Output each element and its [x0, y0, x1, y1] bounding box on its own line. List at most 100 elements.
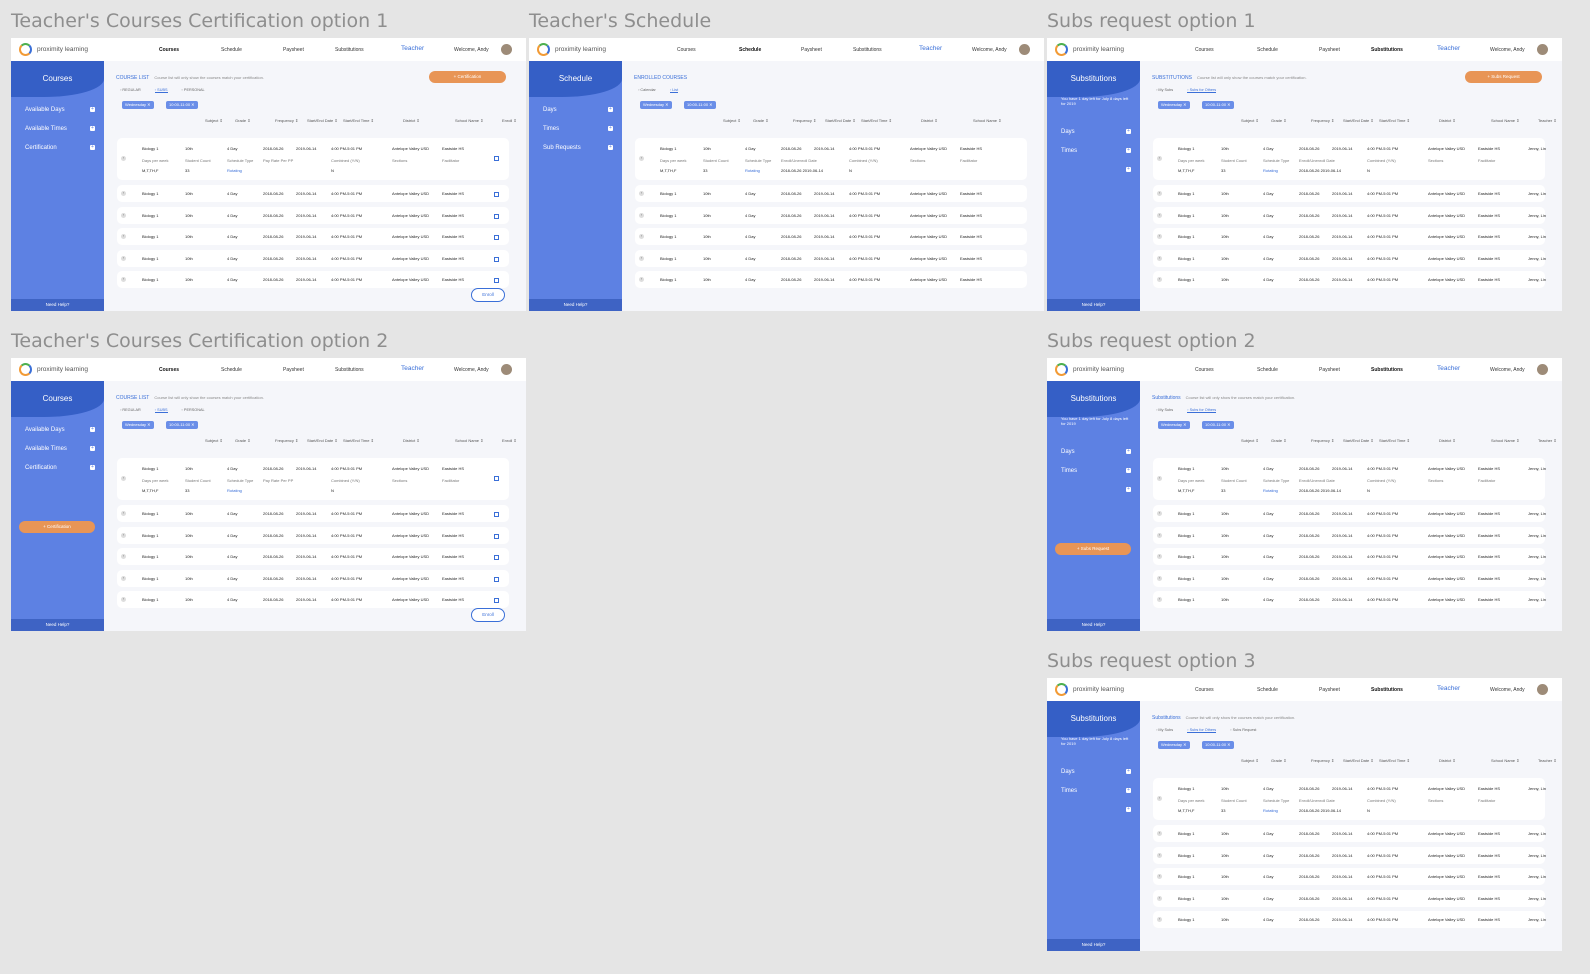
tab-subs-for-others[interactable]: ▫ Subs for Others: [1187, 728, 1217, 733]
sidebar-item[interactable]: Available Days +: [25, 427, 95, 433]
table-row[interactable]: › Biology 1 10th 4 Day 2018-08-26 2019-06-14 4…: [1153, 249, 1546, 267]
nav-item-schedule[interactable]: Schedule: [221, 47, 242, 53]
nav-item-substitutions[interactable]: Substitutions: [335, 47, 364, 53]
table-row-expanded[interactable]: ‹ Biology 1 10th 4 Day 2018-08-26 2019-06-14 4…: [1153, 458, 1546, 500]
role-label[interactable]: Teacher: [1437, 45, 1460, 52]
column-header[interactable]: School Name ⇕: [455, 118, 483, 123]
filter-chip[interactable]: Wednesday ✕: [1158, 741, 1190, 749]
plus-icon[interactable]: +: [1126, 148, 1131, 153]
filter-chip[interactable]: 10:00-11:00 ✕: [684, 101, 716, 109]
enroll-checkbox[interactable]: [494, 576, 499, 582]
table-row[interactable]: › Biology 1 10th 4 Day 2018-08-26 2019-06-14 4…: [635, 271, 1027, 288]
table-row-expanded[interactable]: ‹ Biology 1 10th 4 Day 2018-08-26 2019-06-14 4…: [1153, 138, 1546, 180]
role-label[interactable]: Teacher: [1437, 365, 1460, 372]
table-row[interactable]: › Biology 1 10th 4 Day 2018-08-26 2019-06-14 4…: [117, 249, 509, 267]
plus-icon[interactable]: +: [1126, 769, 1131, 774]
enroll-checkbox[interactable]: [494, 555, 499, 560]
nav-item-courses[interactable]: Courses: [677, 47, 696, 53]
expand-toggle-icon[interactable]: ›: [1157, 831, 1162, 836]
enroll-checkbox[interactable]: [494, 192, 499, 197]
avatar[interactable]: [1019, 44, 1030, 55]
tab-subs[interactable]: ▫ SUBS: [154, 88, 168, 93]
expand-toggle-icon[interactable]: ›: [121, 234, 126, 239]
table-row[interactable]: › Biology 1 10th 4 Day 2018-08-26 2019-06-14 4…: [635, 185, 1027, 202]
expand-toggle-icon[interactable]: ›: [121, 191, 126, 196]
need-help-link[interactable]: Need Help?: [1047, 619, 1140, 631]
column-header[interactable]: Enroll ⇕: [502, 118, 517, 123]
expand-toggle-icon[interactable]: ›: [1157, 277, 1162, 282]
nav-item-courses[interactable]: Courses: [1195, 47, 1214, 53]
expand-toggle-icon[interactable]: ‹: [639, 156, 644, 161]
sidebar-action-button[interactable]: + Certification: [19, 521, 95, 533]
sidebar-item[interactable]: Sub Requests +: [543, 145, 613, 151]
role-label[interactable]: Teacher: [1437, 685, 1460, 692]
plus-icon[interactable]: +: [1126, 807, 1131, 812]
expand-toggle-icon[interactable]: ›: [639, 212, 644, 218]
column-header[interactable]: School Name ⇕: [1491, 758, 1519, 763]
column-header[interactable]: Start/End Time ⇕: [343, 438, 374, 443]
need-help-link[interactable]: Need Help?: [11, 619, 104, 631]
table-row[interactable]: › Biology 1 10th 4 Day 2018-08-26 2019-06-14 4…: [1153, 526, 1546, 544]
table-row[interactable]: › Biology 1 10th 4 Day 2018-08-26 2019-06-14 4…: [1153, 846, 1546, 864]
column-header[interactable]: Start/End Date ⇕: [1343, 438, 1374, 443]
expand-toggle-icon[interactable]: ‹: [1157, 796, 1162, 801]
expand-toggle-icon[interactable]: ›: [121, 212, 126, 218]
column-header[interactable]: Enroll ⇕: [502, 438, 517, 443]
column-header[interactable]: Start/End Date ⇕: [1343, 758, 1374, 763]
table-row[interactable]: › Biology 1 10th 4 Day 2018-08-26 2019-06-14 4…: [1153, 271, 1546, 288]
table-row[interactable]: › Biology 1 10th 4 Day 2018-08-26 2019-06-14 4…: [1153, 206, 1546, 224]
filter-chip[interactable]: Wednesday ✕: [122, 101, 154, 109]
column-header[interactable]: Start/End Time ⇕: [1379, 438, 1410, 443]
expand-toggle-icon[interactable]: ‹: [121, 476, 126, 481]
plus-icon[interactable]: +: [90, 465, 95, 470]
expand-toggle-icon[interactable]: ›: [1157, 597, 1162, 602]
sidebar-item[interactable]: Times +: [1061, 148, 1131, 154]
sidebar-item[interactable]: Days +: [1061, 129, 1131, 135]
enroll-button[interactable]: Enroll: [471, 608, 505, 622]
table-row[interactable]: › Biology 1 10th 4 Day 2018-08-26 2019-06-14 4…: [117, 206, 509, 224]
enroll-checkbox[interactable]: [494, 476, 499, 481]
plus-icon[interactable]: +: [1126, 487, 1131, 492]
need-help-link[interactable]: Need Help?: [529, 299, 622, 311]
column-header[interactable]: Teacher ⇕: [1538, 438, 1557, 443]
need-help-link[interactable]: Need Help?: [1047, 939, 1140, 951]
nav-item-substitutions[interactable]: Substitutions: [1371, 687, 1403, 693]
column-header[interactable]: Frequency ⇕: [1311, 758, 1334, 763]
table-row-expanded[interactable]: ‹ Biology 1 10th 4 Day 2018-08-26 2019-06-14 4…: [635, 138, 1027, 180]
tab-regular[interactable]: ▫ REGULAR: [120, 408, 141, 412]
enroll-checkbox[interactable]: [494, 598, 499, 603]
column-header[interactable]: District ⇕: [921, 118, 938, 123]
expand-toggle-icon[interactable]: ›: [1157, 255, 1162, 261]
tab-subs-for-others[interactable]: ▫ Subs for Others: [1187, 408, 1217, 413]
plus-icon[interactable]: +: [1126, 449, 1131, 454]
column-header[interactable]: Start/End Time ⇕: [1379, 118, 1410, 123]
table-row[interactable]: › Biology 1 10th 4 Day 2018-08-26 2019-06-14 4…: [1153, 505, 1546, 522]
sidebar-item[interactable]: Times +: [1061, 468, 1131, 474]
table-row[interactable]: › Biology 1 10th 4 Day 2018-08-26 2019-06-14 4…: [1153, 185, 1546, 202]
tab-personal[interactable]: ▫ PERSONAL: [182, 88, 205, 92]
column-header[interactable]: Teacher ⇕: [1538, 758, 1557, 763]
expand-toggle-icon[interactable]: ›: [121, 597, 126, 602]
table-row[interactable]: › Biology 1 10th 4 Day 2018-08-26 2019-06-14 4…: [635, 228, 1027, 245]
filter-chip[interactable]: 10:00-11:00 ✕: [1202, 421, 1234, 429]
column-header[interactable]: Frequency ⇕: [793, 118, 816, 123]
tab-regular[interactable]: ▫ REGULAR: [120, 88, 141, 92]
column-header[interactable]: Start/End Date ⇕: [307, 118, 338, 123]
tab-subs-request[interactable]: ▫ Subs Request: [1230, 728, 1256, 732]
filter-chip[interactable]: 10:00-11:00 ✕: [1202, 741, 1234, 749]
sidebar-item[interactable]: Days +: [543, 107, 613, 113]
enroll-checkbox[interactable]: [494, 256, 499, 262]
enroll-checkbox[interactable]: [494, 213, 499, 219]
enroll-checkbox[interactable]: [494, 278, 499, 283]
plus-icon[interactable]: +: [1126, 468, 1131, 473]
need-help-link[interactable]: Need Help?: [11, 299, 104, 311]
column-header[interactable]: Start/End Time ⇕: [343, 118, 374, 123]
tab-my-subs[interactable]: ▫ My Subs: [1156, 728, 1173, 732]
tab-personal[interactable]: ▫ PERSONAL: [182, 408, 205, 412]
expand-toggle-icon[interactable]: ›: [121, 511, 126, 516]
expand-toggle-icon[interactable]: ›: [639, 234, 644, 239]
column-header[interactable]: Grade ⇕: [1271, 118, 1287, 123]
column-header[interactable]: School Name ⇕: [973, 118, 1001, 123]
enroll-checkbox[interactable]: [494, 533, 499, 539]
table-row[interactable]: › Biology 1 10th 4 Day 2018-08-26 2019-06-14 4…: [1153, 548, 1546, 565]
